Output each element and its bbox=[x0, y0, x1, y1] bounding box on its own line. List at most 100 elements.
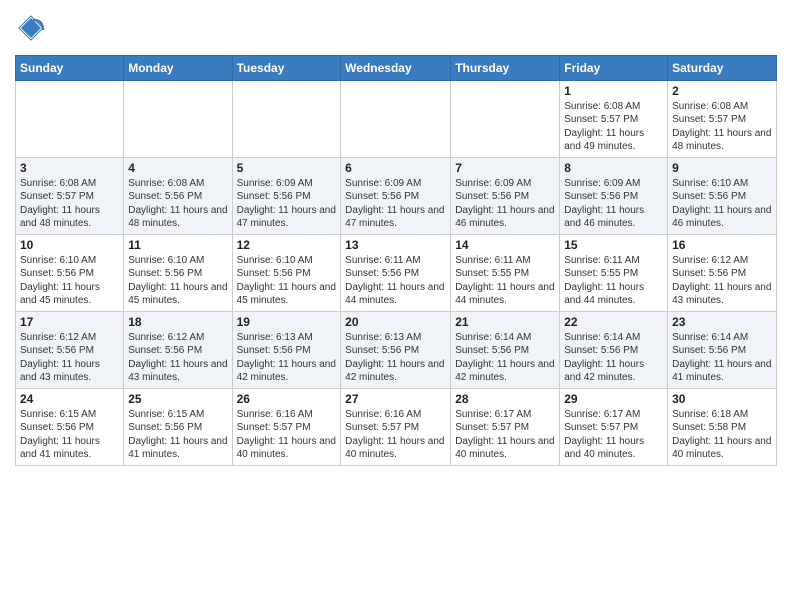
day-number: 17 bbox=[20, 315, 119, 329]
day-cell: 26 Sunrise: 6:16 AMSunset: 5:57 PMDayligh… bbox=[232, 388, 341, 465]
day-info: Sunrise: 6:16 AMSunset: 5:57 PMDaylight:… bbox=[237, 408, 337, 462]
day-cell bbox=[124, 80, 232, 157]
week-row-4: 17 Sunrise: 6:12 AMSunset: 5:56 PMDayligh… bbox=[16, 311, 777, 388]
day-number: 23 bbox=[672, 315, 772, 329]
day-number: 19 bbox=[237, 315, 337, 329]
day-cell: 11Sunrise: 6:10 AMSunset: 5:56 PMDayligh… bbox=[124, 234, 232, 311]
day-cell bbox=[341, 80, 451, 157]
weekday-header-thursday: Thursday bbox=[451, 55, 560, 80]
day-number: 8 bbox=[564, 161, 663, 175]
day-info: Sunrise: 6:15 AMSunset: 5:56 PMDaylight:… bbox=[128, 408, 227, 462]
logo-icon bbox=[17, 14, 45, 42]
calendar-table: SundayMondayTuesdayWednesdayThursdayFrid… bbox=[15, 55, 777, 466]
day-cell: 27 Sunrise: 6:16 AMSunset: 5:57 PMDayligh… bbox=[341, 388, 451, 465]
day-cell: 4 Sunrise: 6:08 AMSunset: 5:56 PMDaylight… bbox=[124, 157, 232, 234]
day-info: Sunrise: 6:12 AMSunset: 5:56 PMDaylight:… bbox=[672, 254, 772, 308]
day-info: Sunrise: 6:16 AMSunset: 5:57 PMDaylight:… bbox=[345, 408, 446, 462]
day-cell: 28Sunrise: 6:17 AMSunset: 5:57 PMDayligh… bbox=[451, 388, 560, 465]
day-cell: 14Sunrise: 6:11 AMSunset: 5:55 PMDayligh… bbox=[451, 234, 560, 311]
day-info: Sunrise: 6:14 AMSunset: 5:56 PMDaylight:… bbox=[672, 331, 772, 385]
day-number: 30 bbox=[672, 392, 772, 406]
day-info: Sunrise: 6:10 AMSunset: 5:56 PMDaylight:… bbox=[672, 177, 772, 231]
weekday-header-monday: Monday bbox=[124, 55, 232, 80]
header bbox=[15, 10, 777, 47]
day-number: 4 bbox=[128, 161, 227, 175]
day-number: 26 bbox=[237, 392, 337, 406]
day-cell: 2Sunrise: 6:08 AMSunset: 5:57 PMDaylight… bbox=[668, 80, 777, 157]
day-info: Sunrise: 6:10 AMSunset: 5:56 PMDaylight:… bbox=[237, 254, 337, 308]
day-number: 6 bbox=[345, 161, 446, 175]
weekday-header-row: SundayMondayTuesdayWednesdayThursdayFrid… bbox=[16, 55, 777, 80]
day-cell: 29 Sunrise: 6:17 AMSunset: 5:57 PMDayligh… bbox=[560, 388, 668, 465]
day-info: Sunrise: 6:10 AMSunset: 5:56 PMDaylight:… bbox=[20, 254, 119, 308]
day-cell: 10 Sunrise: 6:10 AMSunset: 5:56 PMDayligh… bbox=[16, 234, 124, 311]
day-info: Sunrise: 6:13 AMSunset: 5:56 PMDaylight:… bbox=[345, 331, 446, 385]
day-number: 21 bbox=[455, 315, 555, 329]
day-number: 29 bbox=[564, 392, 663, 406]
day-cell: 23 Sunrise: 6:14 AMSunset: 5:56 PMDayligh… bbox=[668, 311, 777, 388]
day-info: Sunrise: 6:08 AMSunset: 5:57 PMDaylight:… bbox=[564, 100, 663, 154]
day-info: Sunrise: 6:09 AMSunset: 5:56 PMDaylight:… bbox=[455, 177, 555, 231]
logo-text bbox=[15, 14, 45, 47]
page: SundayMondayTuesdayWednesdayThursdayFrid… bbox=[0, 0, 792, 481]
day-info: Sunrise: 6:11 AMSunset: 5:56 PMDaylight:… bbox=[345, 254, 446, 308]
day-number: 10 bbox=[20, 238, 119, 252]
day-cell: 7Sunrise: 6:09 AMSunset: 5:56 PMDaylight… bbox=[451, 157, 560, 234]
day-cell bbox=[232, 80, 341, 157]
day-info: Sunrise: 6:08 AMSunset: 5:57 PMDaylight:… bbox=[672, 100, 772, 154]
day-info: Sunrise: 6:14 AMSunset: 5:56 PMDaylight:… bbox=[455, 331, 555, 385]
day-number: 18 bbox=[128, 315, 227, 329]
day-cell: 19 Sunrise: 6:13 AMSunset: 5:56 PMDayligh… bbox=[232, 311, 341, 388]
day-cell: 8 Sunrise: 6:09 AMSunset: 5:56 PMDaylight… bbox=[560, 157, 668, 234]
day-cell: 9 Sunrise: 6:10 AMSunset: 5:56 PMDaylight… bbox=[668, 157, 777, 234]
day-number: 9 bbox=[672, 161, 772, 175]
day-cell: 13 Sunrise: 6:11 AMSunset: 5:56 PMDayligh… bbox=[341, 234, 451, 311]
day-number: 11 bbox=[128, 238, 227, 252]
day-cell: 18 Sunrise: 6:12 AMSunset: 5:56 PMDayligh… bbox=[124, 311, 232, 388]
day-cell: 30 Sunrise: 6:18 AMSunset: 5:58 PMDayligh… bbox=[668, 388, 777, 465]
day-info: Sunrise: 6:11 AMSunset: 5:55 PMDaylight:… bbox=[564, 254, 663, 308]
day-cell: 5Sunrise: 6:09 AMSunset: 5:56 PMDaylight… bbox=[232, 157, 341, 234]
day-info: Sunrise: 6:14 AMSunset: 5:56 PMDaylight:… bbox=[564, 331, 663, 385]
day-info: Sunrise: 6:12 AMSunset: 5:56 PMDaylight:… bbox=[128, 331, 227, 385]
day-cell: 20Sunrise: 6:13 AMSunset: 5:56 PMDayligh… bbox=[341, 311, 451, 388]
week-row-5: 24Sunrise: 6:15 AMSunset: 5:56 PMDayligh… bbox=[16, 388, 777, 465]
weekday-header-tuesday: Tuesday bbox=[232, 55, 341, 80]
day-number: 28 bbox=[455, 392, 555, 406]
day-cell: 17 Sunrise: 6:12 AMSunset: 5:56 PMDayligh… bbox=[16, 311, 124, 388]
day-cell: 6 Sunrise: 6:09 AMSunset: 5:56 PMDaylight… bbox=[341, 157, 451, 234]
day-cell: 21 Sunrise: 6:14 AMSunset: 5:56 PMDayligh… bbox=[451, 311, 560, 388]
day-number: 13 bbox=[345, 238, 446, 252]
day-number: 27 bbox=[345, 392, 446, 406]
logo bbox=[15, 14, 45, 47]
day-cell: 1 Sunrise: 6:08 AMSunset: 5:57 PMDaylight… bbox=[560, 80, 668, 157]
day-number: 22 bbox=[564, 315, 663, 329]
day-info: Sunrise: 6:12 AMSunset: 5:56 PMDaylight:… bbox=[20, 331, 119, 385]
weekday-header-sunday: Sunday bbox=[16, 55, 124, 80]
day-info: Sunrise: 6:15 AMSunset: 5:56 PMDaylight:… bbox=[20, 408, 119, 462]
day-info: Sunrise: 6:08 AMSunset: 5:57 PMDaylight:… bbox=[20, 177, 119, 231]
weekday-header-friday: Friday bbox=[560, 55, 668, 80]
day-cell: 25Sunrise: 6:15 AMSunset: 5:56 PMDayligh… bbox=[124, 388, 232, 465]
day-number: 12 bbox=[237, 238, 337, 252]
day-info: Sunrise: 6:17 AMSunset: 5:57 PMDaylight:… bbox=[564, 408, 663, 462]
day-cell bbox=[16, 80, 124, 157]
day-info: Sunrise: 6:09 AMSunset: 5:56 PMDaylight:… bbox=[237, 177, 337, 231]
day-info: Sunrise: 6:09 AMSunset: 5:56 PMDaylight:… bbox=[345, 177, 446, 231]
day-info: Sunrise: 6:09 AMSunset: 5:56 PMDaylight:… bbox=[564, 177, 663, 231]
day-info: Sunrise: 6:08 AMSunset: 5:56 PMDaylight:… bbox=[128, 177, 227, 231]
week-row-1: 1 Sunrise: 6:08 AMSunset: 5:57 PMDaylight… bbox=[16, 80, 777, 157]
day-number: 14 bbox=[455, 238, 555, 252]
day-number: 3 bbox=[20, 161, 119, 175]
week-row-3: 10 Sunrise: 6:10 AMSunset: 5:56 PMDayligh… bbox=[16, 234, 777, 311]
day-cell: 12 Sunrise: 6:10 AMSunset: 5:56 PMDayligh… bbox=[232, 234, 341, 311]
day-cell: 22 Sunrise: 6:14 AMSunset: 5:56 PMDayligh… bbox=[560, 311, 668, 388]
week-row-2: 3 Sunrise: 6:08 AMSunset: 5:57 PMDaylight… bbox=[16, 157, 777, 234]
day-number: 1 bbox=[564, 84, 663, 98]
weekday-header-wednesday: Wednesday bbox=[341, 55, 451, 80]
day-info: Sunrise: 6:13 AMSunset: 5:56 PMDaylight:… bbox=[237, 331, 337, 385]
weekday-header-saturday: Saturday bbox=[668, 55, 777, 80]
day-info: Sunrise: 6:18 AMSunset: 5:58 PMDaylight:… bbox=[672, 408, 772, 462]
day-number: 16 bbox=[672, 238, 772, 252]
day-number: 15 bbox=[564, 238, 663, 252]
